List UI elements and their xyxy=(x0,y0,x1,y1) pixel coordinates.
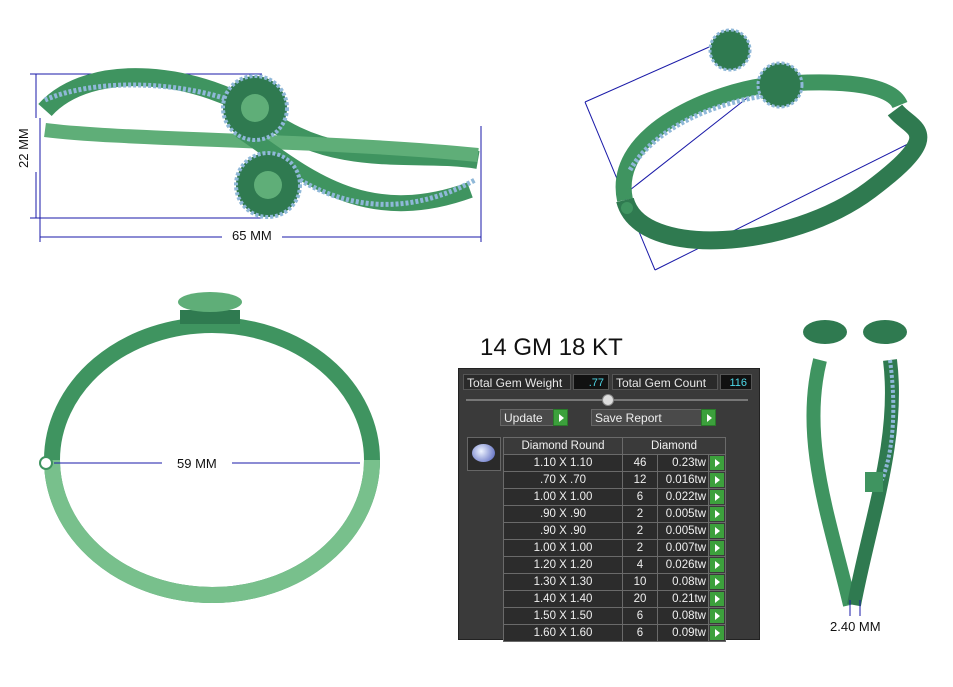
gem-count-cell: 46 xyxy=(622,454,658,472)
gem-count-cell: 4 xyxy=(622,556,658,574)
table-row: 1.40 X 1.40 20 0.21tw xyxy=(503,590,726,608)
gem-count-cell: 20 xyxy=(622,590,658,608)
bracelet-top-view xyxy=(39,292,380,603)
play-icon[interactable] xyxy=(710,524,724,538)
gem-weight-cell: 0.09tw xyxy=(657,624,709,642)
table-row: .90 X .90 2 0.005tw xyxy=(503,505,726,523)
gem-weight-cell: 0.026tw xyxy=(657,556,709,574)
gem-size-cell: .70 X .70 xyxy=(503,471,623,489)
gem-weight-cell: 0.23tw xyxy=(657,454,709,472)
table-row: .90 X .90 2 0.005tw xyxy=(503,522,726,540)
inner-diameter-label: 59 MM xyxy=(177,456,217,471)
diamond-gem-icon xyxy=(467,437,501,471)
gem-size-cell: 1.50 X 1.50 xyxy=(503,607,623,625)
row-action-cell[interactable] xyxy=(708,607,726,625)
gem-size-cell: .90 X .90 xyxy=(503,522,623,540)
row-action-cell[interactable] xyxy=(708,590,726,608)
gem-table: Diamond Round Diamond 1.10 X 1.10 46 0.23t… xyxy=(503,437,726,642)
gem-size-cell: 1.60 X 1.60 xyxy=(503,624,623,642)
gem-weight-cell: 0.08tw xyxy=(657,573,709,591)
row-action-cell[interactable] xyxy=(708,488,726,506)
gem-count-cell: 2 xyxy=(622,539,658,557)
gem-weight-cell: 0.08tw xyxy=(657,607,709,625)
bracelet-perspective-view xyxy=(584,28,928,271)
gem-weight-cell: 0.016tw xyxy=(657,471,709,489)
row-action-cell[interactable] xyxy=(708,556,726,574)
total-gem-weight-value: .77 xyxy=(573,374,609,390)
row-action-cell[interactable] xyxy=(708,573,726,591)
gem-count-cell: 12 xyxy=(622,471,658,489)
gem-count-cell: 6 xyxy=(622,607,658,625)
play-icon xyxy=(701,409,716,426)
play-icon[interactable] xyxy=(710,626,724,640)
play-icon[interactable] xyxy=(710,609,724,623)
total-gem-count-label: Total Gem Count xyxy=(612,374,718,390)
total-gem-count-value: 116 xyxy=(720,374,752,390)
table-row: .70 X .70 12 0.016tw xyxy=(503,471,726,489)
gem-weight-cell: 0.21tw xyxy=(657,590,709,608)
row-action-cell[interactable] xyxy=(708,471,726,489)
gem-count-cell: 6 xyxy=(622,488,658,506)
play-icon[interactable] xyxy=(710,490,724,504)
row-action-cell[interactable] xyxy=(708,454,726,472)
gem-size-cell: 1.40 X 1.40 xyxy=(503,590,623,608)
col-header-diamond: Diamond xyxy=(622,437,726,455)
play-icon xyxy=(553,409,568,426)
length-dimension-label: 65 MM xyxy=(232,228,272,243)
row-action-cell[interactable] xyxy=(708,505,726,523)
play-icon[interactable] xyxy=(710,575,724,589)
slider-handle[interactable] xyxy=(602,394,614,406)
table-row: 1.20 X 1.20 4 0.026tw xyxy=(503,556,726,574)
play-icon[interactable] xyxy=(710,456,724,470)
gem-count-cell: 6 xyxy=(622,624,658,642)
row-action-cell[interactable] xyxy=(708,624,726,642)
gem-size-cell: 1.10 X 1.10 xyxy=(503,454,623,472)
play-icon[interactable] xyxy=(710,592,724,606)
metal-spec-title: 14 GM 18 KT xyxy=(480,334,623,361)
play-icon[interactable] xyxy=(710,541,724,555)
update-button-label: Update xyxy=(504,411,543,425)
gem-weight-cell: 0.007tw xyxy=(657,539,709,557)
play-icon[interactable] xyxy=(710,558,724,572)
gem-weight-cell: 0.005tw xyxy=(657,505,709,523)
update-button[interactable]: Update xyxy=(500,409,568,426)
save-report-button[interactable]: Save Report xyxy=(591,409,716,426)
play-icon[interactable] xyxy=(710,473,724,487)
gem-size-cell: 1.00 X 1.00 xyxy=(503,488,623,506)
bracelet-end-view xyxy=(803,320,907,616)
gem-size-cell: 1.20 X 1.20 xyxy=(503,556,623,574)
table-row: 1.00 X 1.00 6 0.022tw xyxy=(503,488,726,506)
gem-count-cell: 2 xyxy=(622,505,658,523)
gem-size-cell: 1.00 X 1.00 xyxy=(503,539,623,557)
table-row: 1.00 X 1.00 2 0.007tw xyxy=(503,539,726,557)
table-row: 1.10 X 1.10 46 0.23tw xyxy=(503,454,726,472)
gem-count-cell: 10 xyxy=(622,573,658,591)
gem-size-cell: .90 X .90 xyxy=(503,505,623,523)
row-action-cell[interactable] xyxy=(708,539,726,557)
bracelet-side-view xyxy=(30,68,482,242)
height-dimension-label: 22 MM xyxy=(16,128,31,168)
gem-weight-cell: 0.022tw xyxy=(657,488,709,506)
table-row: 1.60 X 1.60 6 0.09tw xyxy=(503,624,726,642)
thickness-label: 2.40 MM xyxy=(830,619,881,634)
total-gem-weight-label: Total Gem Weight xyxy=(463,374,571,390)
table-row: 1.30 X 1.30 10 0.08tw xyxy=(503,573,726,591)
col-header-diamond-round: Diamond Round xyxy=(503,437,623,455)
play-icon[interactable] xyxy=(710,507,724,521)
gem-size-cell: 1.30 X 1.30 xyxy=(503,573,623,591)
row-action-cell[interactable] xyxy=(708,522,726,540)
save-report-button-label: Save Report xyxy=(595,411,662,425)
table-row: 1.50 X 1.50 6 0.08tw xyxy=(503,607,726,625)
gem-count-cell: 2 xyxy=(622,522,658,540)
gem-weight-cell: 0.005tw xyxy=(657,522,709,540)
